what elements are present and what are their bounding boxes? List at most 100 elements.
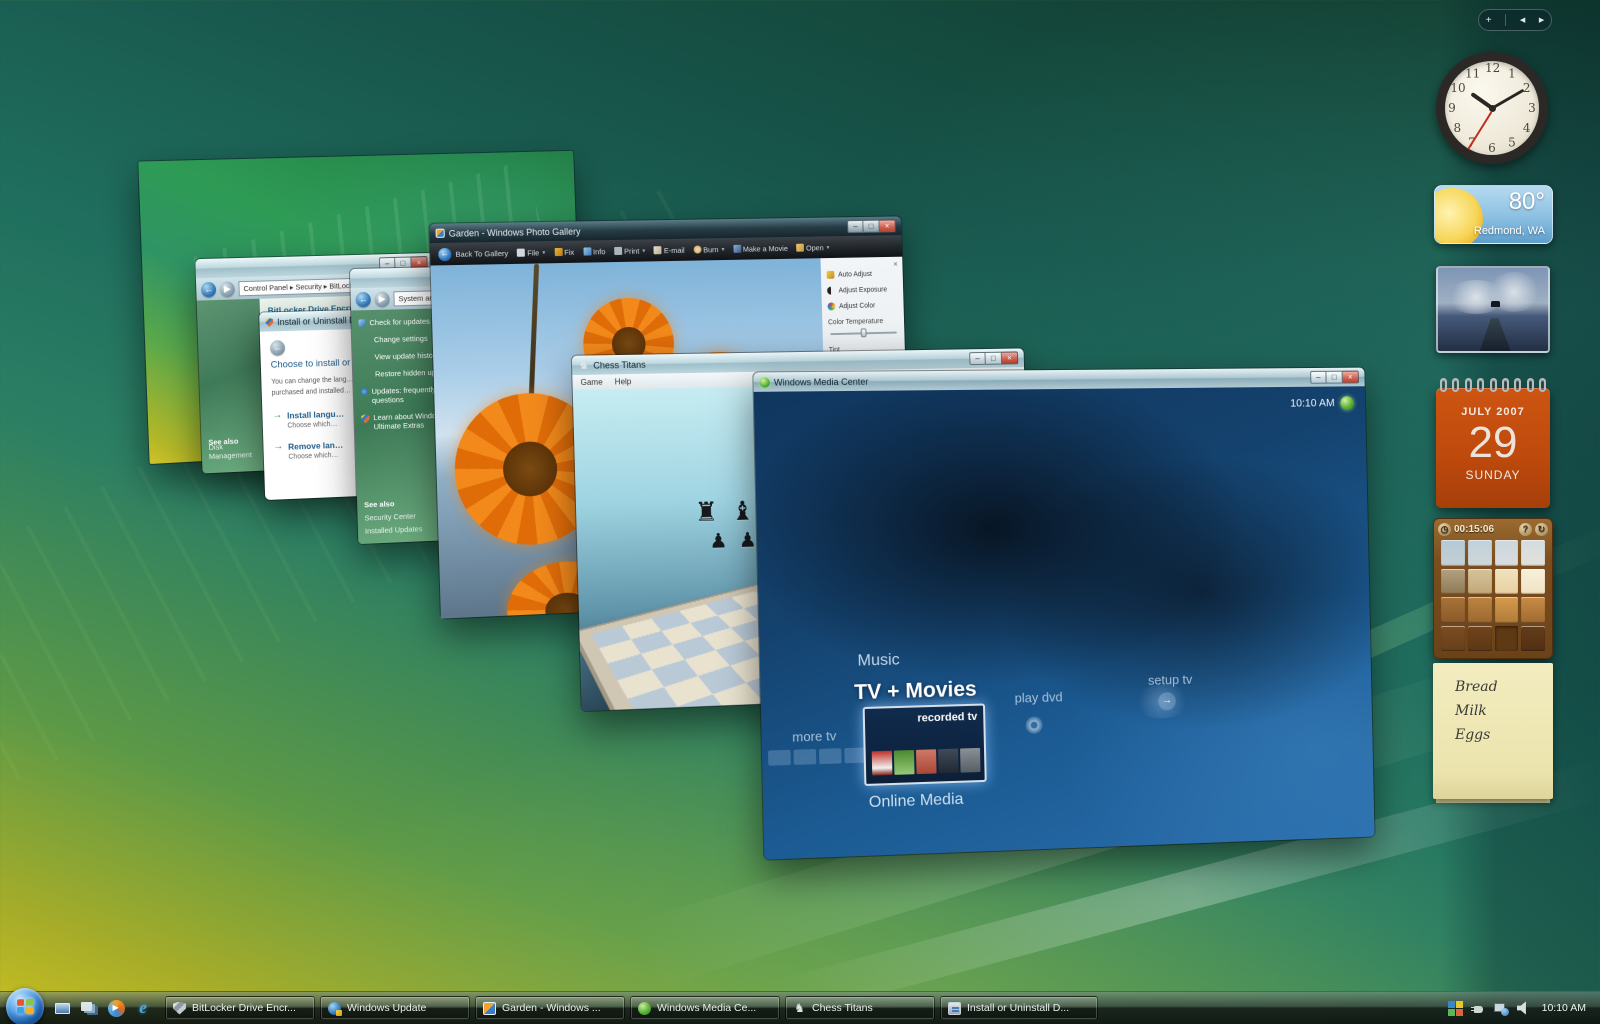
start-button[interactable] [6,988,44,1024]
adjust-color-button[interactable]: Adjust Color [827,301,898,310]
option-label[interactable]: Remove lan… [288,440,343,452]
row-item-setup-tv[interactable]: setup tv [1148,672,1193,688]
puzzle-tile[interactable] [1521,540,1545,566]
puzzle-tile[interactable] [1441,626,1465,652]
puzzle-tile[interactable] [1468,569,1492,595]
installed-updates-link[interactable]: Installed Updates [365,524,423,536]
puzzle-tile[interactable] [1468,626,1492,652]
security-center-link[interactable]: Security Center [364,511,416,522]
switch-windows-icon[interactable] [79,998,99,1018]
info-button[interactable]: Info [583,247,606,256]
puzzle-tile[interactable] [1495,597,1519,623]
note-line: Bread [1455,679,1553,695]
prev-page-icon[interactable]: ◀ [1520,16,1525,24]
clock-center-cap [1489,105,1496,112]
recorded-tv-tile[interactable]: recorded tv [863,703,987,786]
puzzle-tile[interactable] [1441,597,1465,623]
option-label[interactable]: Install langu… [287,409,344,421]
close-pane-icon[interactable]: × [893,260,898,269]
fix-button[interactable]: Fix [554,247,574,256]
calendar-gadget[interactable]: JULY 2007 29 SUNDAY [1436,380,1550,508]
taskbar-button-windows-update[interactable]: Windows Update [320,996,470,1020]
sidebar-tray-icon[interactable] [1448,1001,1463,1016]
puzzle-grid[interactable] [1441,540,1545,651]
maximize-button[interactable]: □ [1326,371,1342,384]
back-icon[interactable]: ← [270,340,285,356]
minimize-button[interactable]: – [1310,371,1326,384]
weather-gadget[interactable]: 80° Redmond, WA [1434,185,1553,244]
shuffle-icon[interactable]: ↻ [1535,523,1548,536]
minimize-button[interactable]: – [969,352,986,365]
forward-icon[interactable]: ▶ [374,291,389,306]
puzzle-tile[interactable] [1495,569,1519,595]
adjust-exposure-button[interactable]: Adjust Exposure [827,285,898,294]
back-icon[interactable]: ← [201,281,216,297]
slider-thumb[interactable] [861,328,867,337]
back-to-gallery-button[interactable]: ← Back To Gallery [438,246,508,260]
media-player-icon[interactable] [106,998,126,1018]
forward-icon[interactable]: ▶ [220,281,235,297]
media-center-ui: 10:10 AM Music TV + Movies Online Media … [754,386,1375,859]
hut-shape [1491,301,1500,307]
option-sublabel: Choose which… [287,421,344,430]
taskbar-button-chess-titans[interactable]: ♞ Chess Titans [785,996,935,1020]
maximize-button[interactable]: □ [863,220,879,233]
volume-tray-icon[interactable] [1517,1001,1532,1016]
puzzle-tile[interactable] [1468,540,1492,566]
add-gadget-button[interactable]: + [1486,15,1492,26]
show-desktop-icon[interactable] [52,998,72,1018]
power-tray-icon[interactable] [1471,1001,1486,1016]
back-icon: ← [438,247,452,260]
disk-management-link[interactable]: Disk Management [208,440,265,461]
menu-item-tv-movies[interactable]: TV + Movies [854,678,977,706]
internet-explorer-icon[interactable]: e [133,998,153,1018]
print-menu[interactable]: Print [614,246,645,256]
puzzle-tile[interactable] [1441,540,1465,566]
open-menu[interactable]: Open [796,243,829,252]
puzzle-tile[interactable] [1441,569,1465,595]
clock-gadget[interactable]: 12 1 2 3 4 5 6 7 8 9 10 11 [1436,52,1548,164]
burn-menu[interactable]: Burn [693,245,724,255]
email-button[interactable]: E-mail [654,245,685,255]
open-icon [796,244,804,252]
puzzle-tile[interactable] [1468,597,1492,623]
row-item-play-dvd[interactable]: play dvd [1014,689,1062,705]
close-button[interactable]: × [1002,351,1019,364]
minimize-button[interactable]: – [847,220,864,233]
next-page-icon[interactable]: ▶ [1539,16,1544,24]
taskbar-button-bitlocker[interactable]: BitLocker Drive Encr... [165,996,315,1020]
back-icon[interactable]: ← [356,291,371,307]
clock-number: 10 [1450,81,1464,95]
menu-item-online-media[interactable]: Online Media [869,791,964,812]
taskbar-button-install-languages[interactable]: Install or Uninstall D... [940,996,1098,1020]
taskbar-button-media-center[interactable]: Windows Media Ce... [630,996,780,1020]
menu-item-music[interactable]: Music [857,651,900,670]
taskbar-clock[interactable]: 10:10 AM [1542,1002,1586,1014]
row-item-more-tv[interactable]: more tv [792,728,836,745]
chess-titans-icon: ♞ [793,1002,806,1015]
close-button[interactable]: × [1343,371,1359,384]
game-menu[interactable]: Game [580,378,602,388]
make-a-movie-button[interactable]: Make a Movie [733,243,788,253]
puzzle-tile[interactable] [1521,569,1545,595]
network-tray-icon[interactable] [1494,1001,1509,1016]
notes-gadget[interactable]: Bread Milk Eggs [1433,663,1553,799]
media-center-window[interactable]: Windows Media Center – □ × 10:10 AM Musi… [753,368,1374,860]
timer-icon[interactable]: ◷ [1438,523,1451,536]
help-icon[interactable]: ? [1519,523,1532,536]
close-button[interactable]: × [879,219,895,232]
window-title: Windows Media Center [774,376,869,387]
color-temperature-slider[interactable] [830,327,897,338]
maximize-button[interactable]: □ [985,352,1002,365]
taskbar-button-photo-gallery[interactable]: Garden - Windows ... [475,996,625,1020]
puzzle-tile[interactable] [1521,597,1545,623]
file-menu[interactable]: File [517,248,545,258]
picture-puzzle-gadget[interactable]: ◷ 00:15:06 ? ↻ [1433,518,1553,659]
clock-minute-hand [1491,89,1524,110]
help-menu[interactable]: Help [615,377,632,386]
slideshow-gadget[interactable] [1436,266,1550,353]
puzzle-tile[interactable] [1521,626,1545,652]
puzzle-tile[interactable] [1495,540,1519,566]
burn-icon [693,245,701,253]
auto-adjust-button[interactable]: Auto Adjust [827,270,898,279]
